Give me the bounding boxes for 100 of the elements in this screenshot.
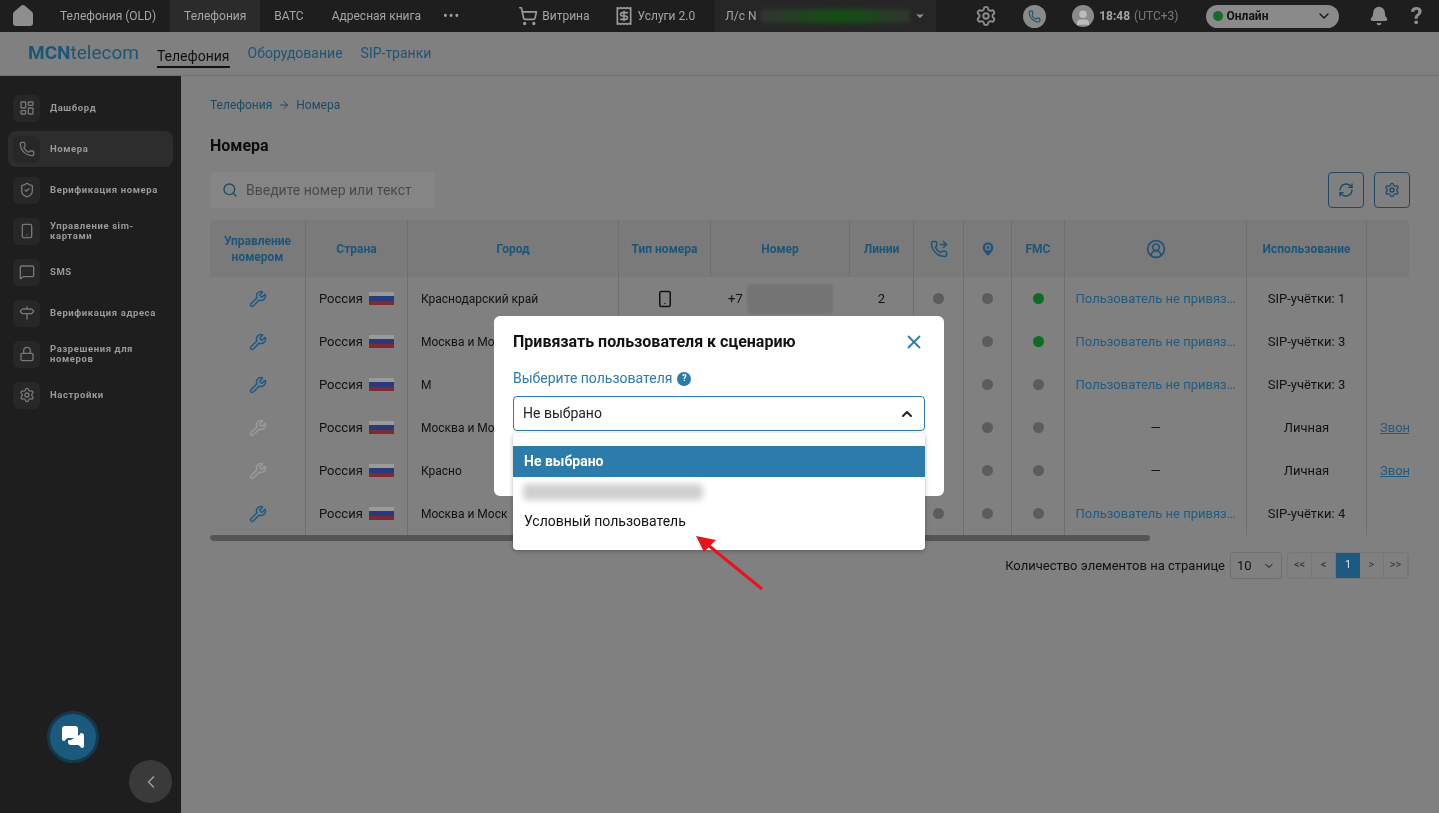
dashboard-icon — [18, 100, 35, 116]
refresh-icon — [1338, 182, 1354, 198]
flag-icon — [368, 292, 394, 305]
column-header: Линии — [863, 240, 900, 257]
user-select[interactable]: Не выбрано — [513, 396, 925, 431]
lock-icon — [18, 346, 35, 362]
help-button[interactable]: ? — [1410, 4, 1423, 28]
sidebar-item[interactable]: Управление sim-картами — [8, 213, 173, 249]
top-tab[interactable]: ВАТС — [260, 0, 318, 32]
home-icon[interactable] — [11, 4, 35, 28]
table-cell-text: Москва и Мо — [421, 333, 495, 351]
page-button[interactable]: << — [1288, 553, 1312, 578]
wrench-icon[interactable] — [248, 504, 267, 523]
sidebar-item[interactable]: SMS — [8, 254, 173, 290]
table-cell-text: Москва и Мо — [421, 419, 495, 437]
table-cell-text: Россия — [319, 375, 363, 394]
table-cell-text: SIP-учётки: 1 — [1267, 289, 1346, 308]
table-cell-text: Россия — [319, 418, 363, 437]
account-dropdown[interactable]: Л/с N — [715, 0, 937, 32]
phone-icon — [1028, 9, 1042, 23]
table-cell-text: Москва и Моск — [421, 505, 508, 523]
table-cell-text: Россия — [319, 461, 363, 480]
sidebar-item[interactable]: Верификация адреса — [8, 295, 173, 331]
page-size-label: Количество элементов на странице — [1005, 556, 1225, 575]
avatar[interactable] — [1072, 5, 1095, 27]
table-cell-text: Россия — [319, 332, 363, 351]
page-button[interactable]: >> — [1384, 553, 1408, 578]
flag-icon — [368, 378, 394, 391]
collapse-button[interactable] — [129, 760, 172, 803]
wrench-icon[interactable] — [248, 332, 267, 351]
table-cell-text: +7 — [728, 289, 743, 308]
sidebar-item[interactable]: Дашборд — [8, 90, 173, 126]
refresh-button[interactable] — [1328, 172, 1364, 208]
table-cell-text: 2 — [877, 289, 886, 308]
more-menu[interactable]: ••• — [435, 5, 469, 27]
table-cell-text: SIP-учётки: 4 — [1267, 504, 1346, 523]
arrow-right-icon — [278, 99, 291, 111]
dropdown-option[interactable]: Условный пользователь — [513, 506, 925, 537]
column-header: Номер — [761, 240, 799, 257]
top-tab[interactable]: Телефония (OLD) — [46, 0, 171, 32]
table-cell-text: SIP-учётки: 3 — [1267, 375, 1346, 394]
settings-icon — [1384, 182, 1400, 198]
dropdown-option[interactable]: Не выбрано — [513, 446, 925, 477]
table-cell-text: Россия — [319, 504, 363, 523]
search-field[interactable]: Введите номер или текст — [210, 172, 435, 208]
chat-icon — [61, 725, 85, 749]
dialog-title: Привязать пользователя к сценарию — [513, 331, 796, 353]
phone-forward-icon — [929, 239, 948, 258]
flag-icon — [368, 507, 394, 520]
clock-time: 18:48 — [1099, 8, 1131, 25]
column-header: Управление номером — [222, 232, 293, 265]
flag-icon — [368, 421, 394, 434]
column-header: FMC — [1025, 240, 1051, 257]
table-cell-text: Красно — [421, 462, 462, 480]
breadcrumb-current: Номера — [296, 97, 341, 114]
sidebar-item[interactable]: Настройки — [8, 377, 173, 413]
bell-icon[interactable] — [1368, 6, 1389, 26]
settings-icon — [18, 387, 35, 403]
top-tab[interactable]: Телефония — [170, 0, 261, 32]
top-link[interactable]: Витрина — [518, 6, 590, 26]
page-button[interactable]: 1 — [1336, 553, 1360, 578]
user-icon — [1145, 238, 1166, 259]
table-cell-text: Россия — [319, 289, 363, 308]
flag-icon — [368, 335, 394, 348]
table-cell-text: Личная — [1283, 461, 1330, 480]
wrench-icon[interactable] — [248, 289, 267, 308]
phone-button[interactable] — [1023, 4, 1047, 28]
cart-icon — [518, 6, 539, 26]
page-title: Номера — [210, 135, 270, 157]
sidebar-item[interactable]: Номера — [8, 131, 173, 167]
table-cell-text: — — [1150, 461, 1161, 480]
settings-button[interactable] — [1374, 172, 1410, 208]
top-tab[interactable]: Адресная книга — [317, 0, 436, 32]
page-size-select[interactable]: 10 — [1230, 552, 1282, 579]
column-header: Страна — [336, 240, 377, 257]
table-cell-text: — — [1150, 418, 1161, 437]
signpost-icon — [18, 305, 35, 321]
message-icon — [18, 264, 35, 280]
timezone: (UTC+3) — [1134, 8, 1179, 25]
search-icon — [222, 182, 238, 198]
top-link[interactable]: Услуги 2.0 — [613, 6, 696, 26]
page-button[interactable]: > — [1360, 553, 1384, 578]
wrench-icon[interactable] — [248, 375, 267, 394]
table-cell-text: Личная — [1283, 418, 1330, 437]
column-header: Использование — [1262, 240, 1351, 257]
status-dropdown[interactable]: Онлайн — [1205, 4, 1339, 28]
help-badge[interactable]: ? — [677, 371, 692, 386]
settings-icon[interactable] — [975, 5, 998, 27]
column-header: Тип номера — [631, 240, 698, 257]
table-cell-text: М — [421, 376, 432, 394]
sidebar-item[interactable]: Верификация номера — [8, 172, 173, 208]
column-header: Город — [496, 240, 530, 257]
shield-icon — [18, 182, 35, 198]
chat-button[interactable] — [47, 711, 99, 763]
sidebar-item[interactable]: Разрешения для номеров — [8, 336, 173, 372]
phone-icon — [18, 141, 35, 157]
table-cell-text: Краснодарский край — [421, 290, 539, 308]
table-cell-text: SIP-учётки: 3 — [1267, 332, 1346, 351]
flag-icon — [368, 464, 394, 477]
nav-tab[interactable]: Телефония — [156, 45, 230, 68]
